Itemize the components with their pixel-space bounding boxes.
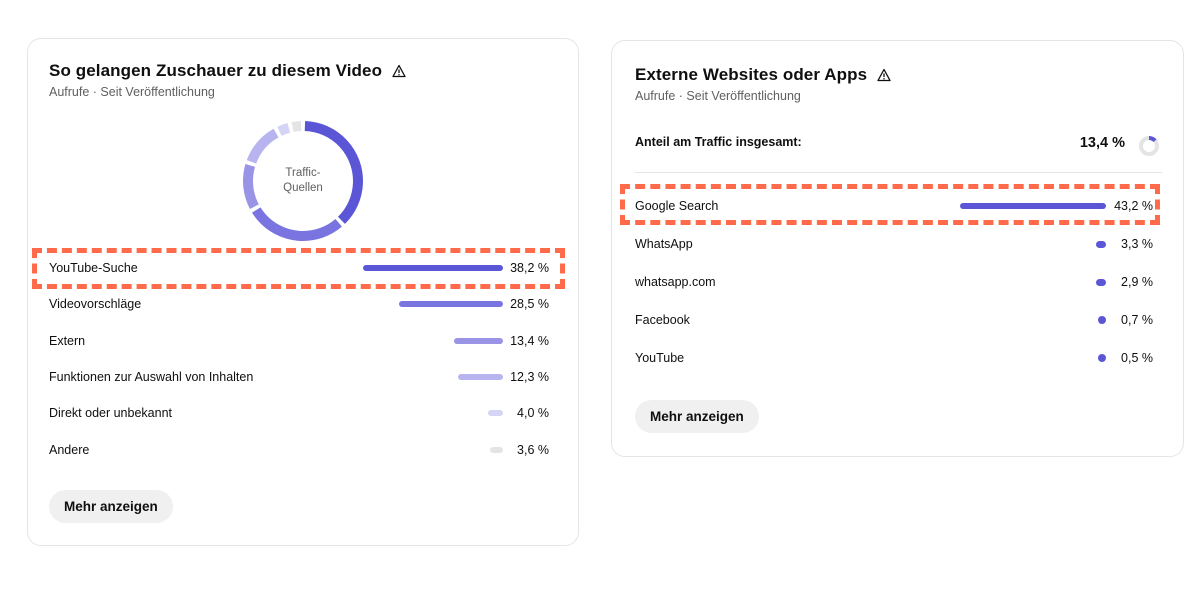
external-site-value: 0,7 % (1121, 313, 1153, 327)
traffic-source-label: Videovorschläge (49, 297, 142, 311)
external-site-value: 0,5 % (1121, 351, 1153, 365)
traffic-source-value: 28,5 % (510, 297, 549, 311)
total-traffic-label: Anteil am Traffic insgesamt: (635, 135, 802, 149)
traffic-source-bar (399, 301, 503, 307)
external-sites-title: Externe Websites oder Apps (635, 65, 868, 84)
donut-center-line2: Quellen (283, 182, 323, 194)
warning-icon[interactable] (877, 68, 891, 82)
traffic-source-label: Extern (49, 334, 86, 348)
youtube-search-highlight-box (32, 248, 565, 289)
warning-icon[interactable] (392, 64, 406, 78)
traffic-source-bar (454, 338, 503, 344)
external-site-row[interactable]: YouTube 0,5 % (612, 348, 1183, 368)
traffic-sources-title-row: So gelangen Zuschauer zu diesem Video (49, 61, 406, 81)
total-traffic-value: 13,4 % (1079, 135, 1125, 151)
external-site-bar (1096, 279, 1106, 286)
external-site-bar (1098, 354, 1106, 362)
external-site-bar (1098, 316, 1106, 324)
total-traffic-mini-donut (1139, 136, 1159, 156)
traffic-source-row[interactable]: Videovorschläge 28,5 % (28, 294, 578, 314)
traffic-source-bar (488, 410, 503, 416)
traffic-source-value: 3,6 % (517, 443, 549, 457)
external-sites-subtitle: Aufrufe · Seit Veröffentlichung (635, 89, 801, 103)
traffic-source-row[interactable]: Direkt oder unbekannt 4,0 % (28, 403, 578, 423)
external-site-row[interactable]: WhatsApp 3,3 % (612, 234, 1183, 254)
external-site-row[interactable]: Facebook 0,7 % (612, 310, 1183, 330)
donut-center-label: Traffic- Quellen (263, 166, 343, 196)
external-site-value: 2,9 % (1121, 275, 1153, 289)
traffic-source-row[interactable]: Extern 13,4 % (28, 331, 578, 351)
show-more-button[interactable]: Mehr anzeigen (49, 490, 173, 523)
external-site-label: YouTube (635, 351, 685, 365)
external-sites-title-row: Externe Websites oder Apps (635, 65, 891, 85)
traffic-source-label: Funktionen zur Auswahl von Inhalten (49, 370, 254, 384)
divider (635, 172, 1162, 173)
traffic-source-value: 13,4 % (510, 334, 549, 348)
external-site-label: Facebook (635, 313, 690, 327)
traffic-source-value: 4,0 % (517, 406, 549, 420)
traffic-source-label: Direkt oder unbekannt (49, 406, 172, 420)
traffic-source-label: Andere (49, 443, 90, 457)
google-search-highlight-box (620, 184, 1160, 225)
traffic-source-row[interactable]: Andere 3,6 % (28, 440, 578, 460)
donut-center-line1: Traffic- (285, 167, 321, 179)
traffic-source-row[interactable]: Funktionen zur Auswahl von Inhalten 12,3 … (28, 367, 578, 387)
external-sites-card: Externe Websites oder Apps Aufrufe · Sei… (611, 40, 1184, 457)
external-site-row[interactable]: whatsapp.com 2,9 % (612, 272, 1183, 292)
traffic-sources-subtitle: Aufrufe · Seit Veröffentlichung (49, 85, 215, 99)
traffic-sources-card: So gelangen Zuschauer zu diesem Video Au… (27, 38, 579, 546)
traffic-sources-title: So gelangen Zuschauer zu diesem Video (49, 61, 383, 80)
show-more-button[interactable]: Mehr anzeigen (635, 400, 759, 433)
external-site-label: whatsapp.com (635, 275, 716, 289)
traffic-source-bar (458, 374, 503, 380)
traffic-source-value: 12,3 % (510, 370, 549, 384)
external-site-bar (1096, 241, 1106, 248)
external-site-value: 3,3 % (1121, 237, 1153, 251)
external-site-label: WhatsApp (635, 237, 693, 251)
traffic-source-bar (490, 447, 503, 453)
